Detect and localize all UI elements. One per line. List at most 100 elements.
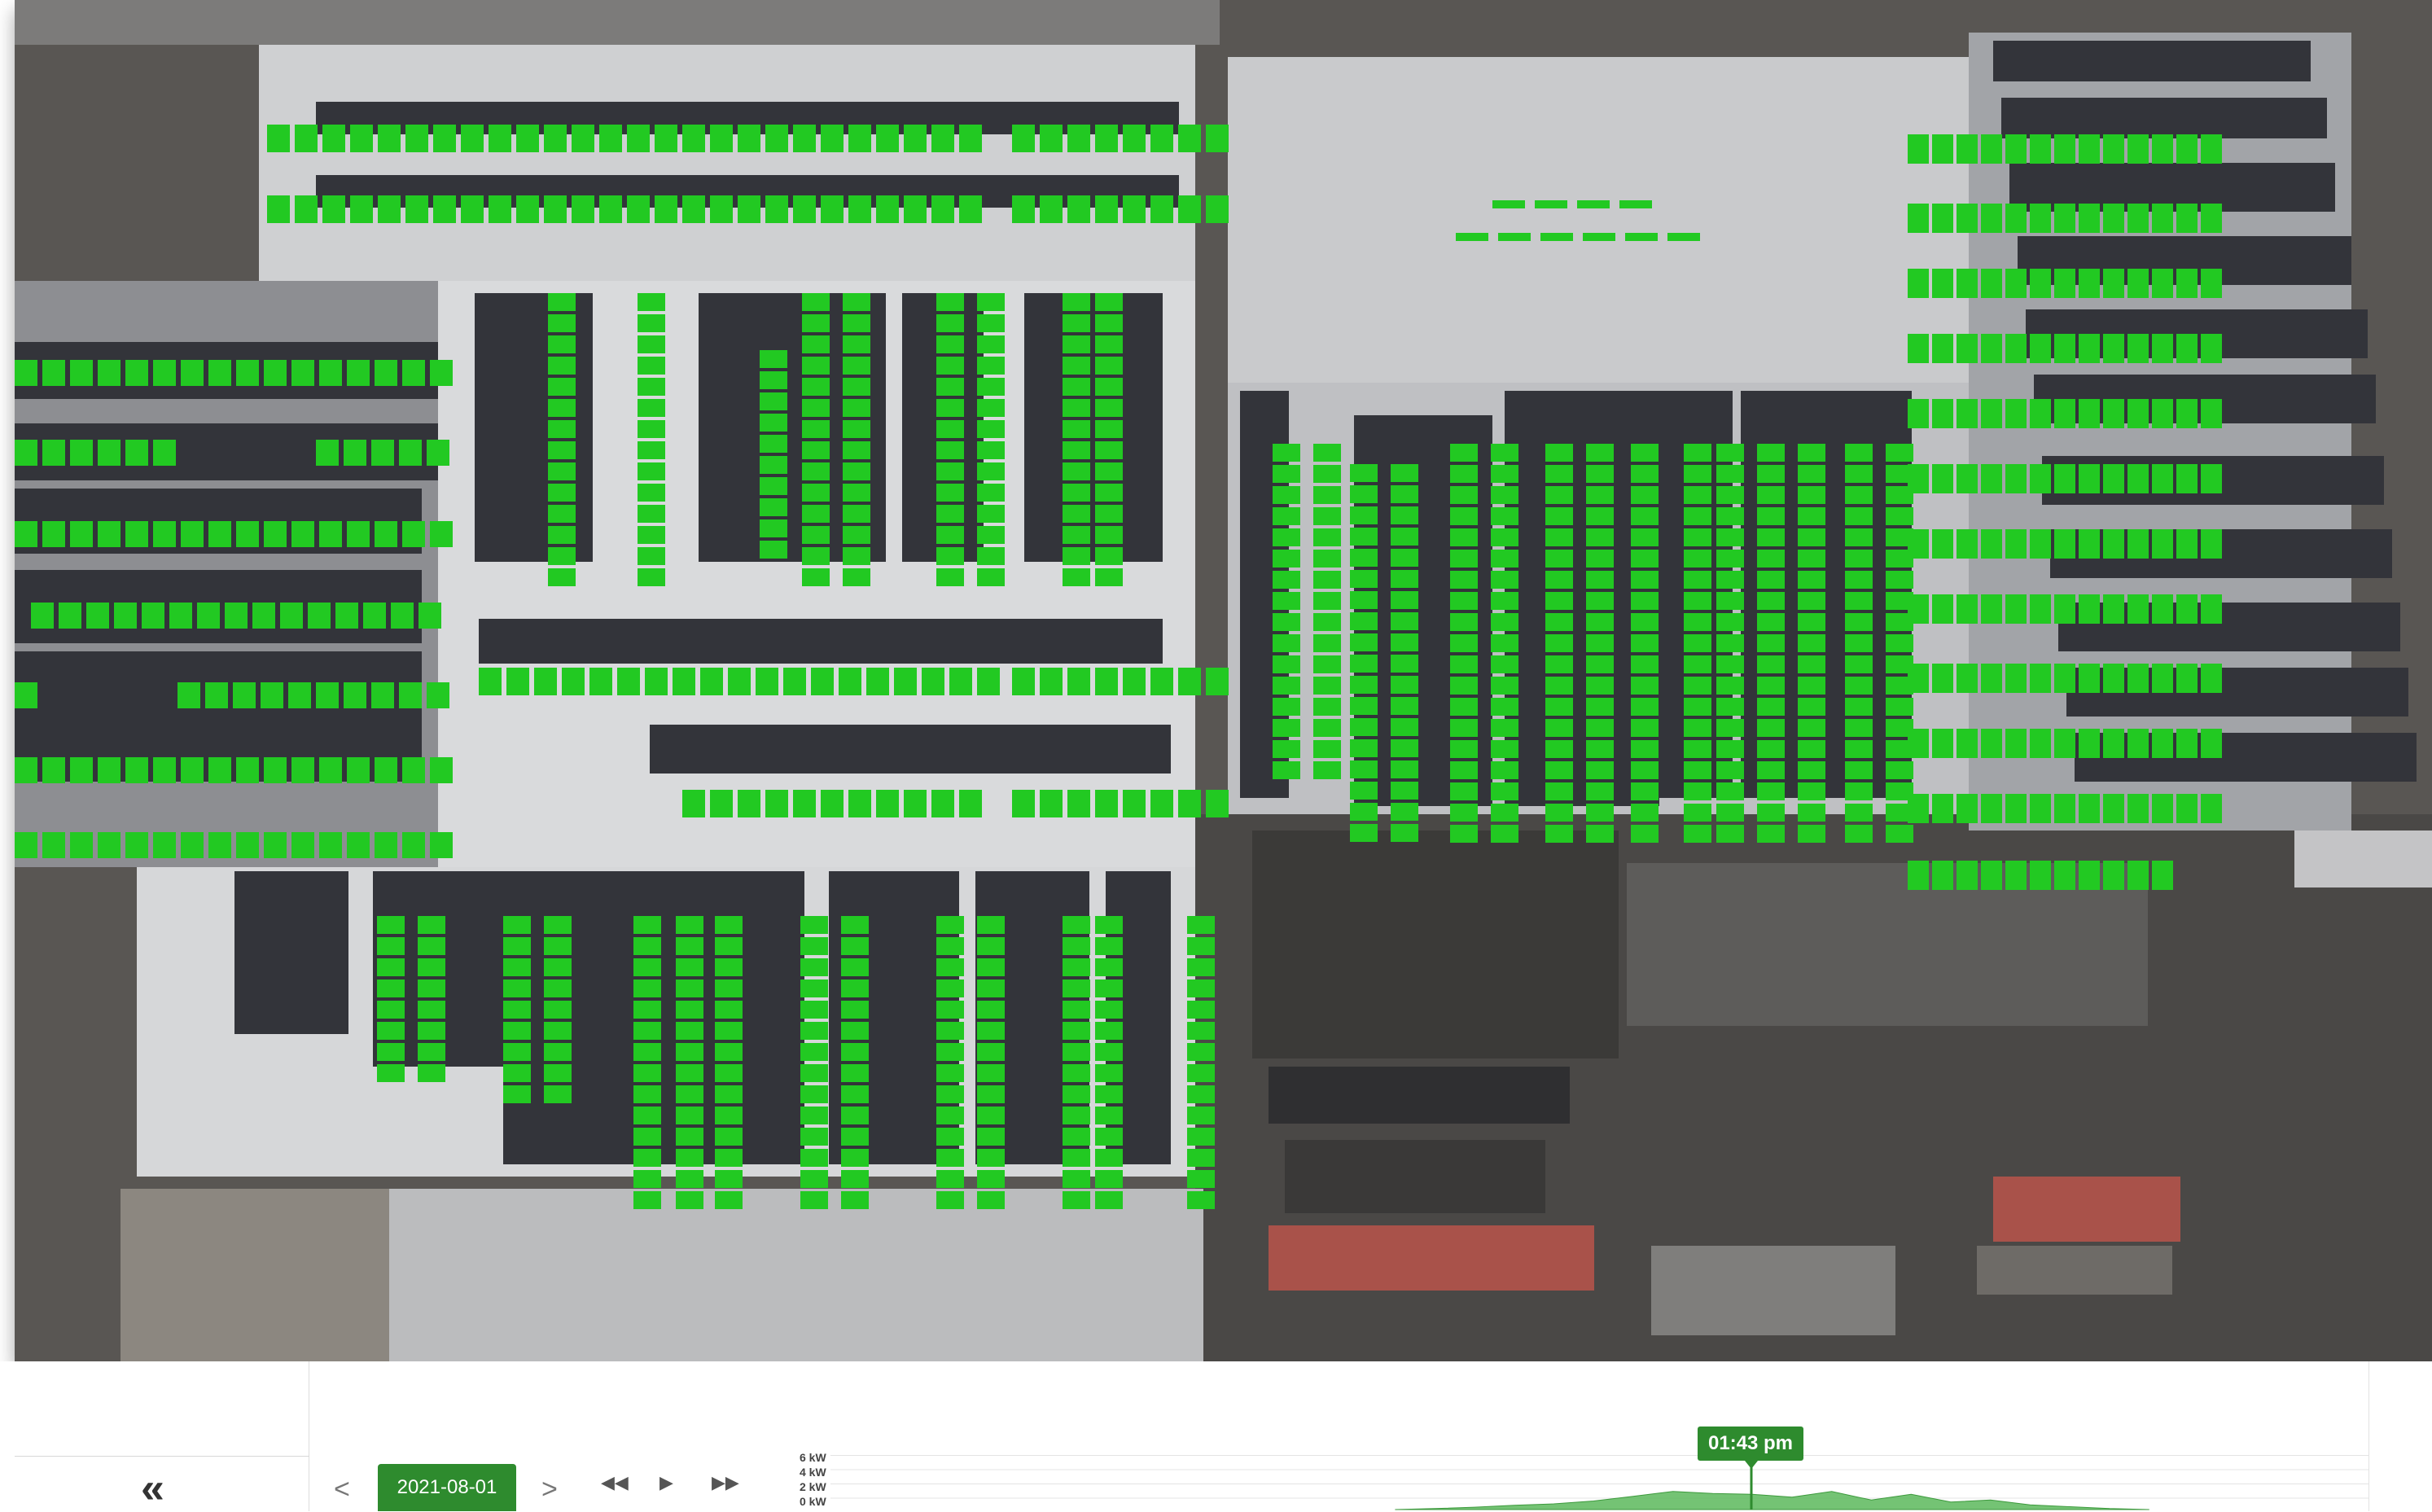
- panel-marker: [1450, 761, 1478, 779]
- timeline-bar: « < 2021-08-01 > ◀◀ ▶ ▶▶ 6 kW 4 kW 2 kW …: [0, 1361, 2432, 1511]
- panel-marker: [98, 832, 121, 858]
- panel-marker: [1545, 444, 1573, 462]
- panel-marker: [1545, 782, 1573, 800]
- panel-marker: [1716, 804, 1744, 822]
- panel-marker: [1178, 125, 1201, 152]
- panel-marker: [42, 440, 65, 466]
- panel-marker: [1586, 592, 1614, 610]
- panel-marker: [800, 1149, 828, 1167]
- panel-marker: [793, 195, 816, 223]
- truck: [1285, 1140, 1545, 1213]
- panel-marker: [2176, 464, 2198, 493]
- panel-marker: [800, 1064, 828, 1082]
- panel-marker: [70, 440, 93, 466]
- panel-marker: [1450, 486, 1478, 504]
- panel-marker: [1313, 677, 1341, 695]
- panel-marker: [1012, 195, 1035, 223]
- panel-marker: [1095, 399, 1123, 417]
- panel-marker: [1095, 293, 1123, 311]
- panel-marker: [682, 790, 705, 817]
- panel-marker: [1716, 825, 1744, 843]
- panel-marker: [2079, 794, 2100, 823]
- previous-day-button[interactable]: <: [334, 1474, 350, 1505]
- panel-marker: [2201, 729, 2222, 758]
- panel-marker: [544, 1001, 572, 1019]
- collapse-sidebar-button[interactable]: «: [141, 1467, 164, 1510]
- panel-marker: [1063, 1064, 1090, 1082]
- panel-marker: [760, 541, 787, 559]
- panel-marker: [319, 832, 342, 858]
- panel-marker: [15, 682, 37, 708]
- panel-marker: [1063, 399, 1090, 417]
- panel-marker: [1684, 698, 1711, 716]
- panel-marker: [344, 440, 366, 466]
- panel-marker: [197, 603, 220, 629]
- play-icon[interactable]: ▶: [659, 1472, 673, 1493]
- panel-marker: [1932, 529, 1953, 559]
- panel-marker: [2079, 464, 2100, 493]
- panel-marker: [236, 832, 259, 858]
- panel-marker: [205, 682, 228, 708]
- panel-marker: [1631, 804, 1659, 822]
- current-time-marker[interactable]: 01:43 pm: [1698, 1427, 1803, 1461]
- panel-marker: [1684, 550, 1711, 568]
- panel-marker: [1845, 698, 1873, 716]
- next-day-button[interactable]: >: [541, 1474, 558, 1505]
- panel-marker: [2030, 729, 2051, 758]
- panel-marker: [1684, 634, 1711, 652]
- panel-marker: [1187, 916, 1215, 934]
- date-selector[interactable]: 2021-08-01: [378, 1464, 516, 1511]
- panel-marker: [841, 1191, 869, 1209]
- panel-marker: [1684, 613, 1711, 631]
- panel-marker: [843, 335, 870, 353]
- panel-marker: [1391, 655, 1418, 673]
- panel-marker: [1187, 1064, 1215, 1082]
- panel-marker: [2152, 134, 2173, 164]
- panel-marker: [1391, 549, 1418, 567]
- panel-marker: [633, 1064, 661, 1082]
- panel-marker: [1491, 528, 1518, 546]
- panel-marker: [977, 462, 1005, 480]
- panel-marker: [377, 958, 405, 976]
- panel-marker: [1757, 444, 1785, 462]
- power-chart[interactable]: [798, 1451, 2369, 1511]
- panel-marker: [1586, 465, 1614, 483]
- panel-marker: [1187, 958, 1215, 976]
- panel-marker: [371, 440, 394, 466]
- panel-marker: [427, 440, 449, 466]
- panel-marker: [800, 1191, 828, 1209]
- panel-marker: [1187, 1085, 1215, 1103]
- fast-forward-icon[interactable]: ▶▶: [712, 1472, 739, 1493]
- panel-marker: [1491, 571, 1518, 589]
- shed: [2294, 831, 2432, 887]
- panel-marker: [1040, 668, 1063, 695]
- panel-marker: [1757, 655, 1785, 673]
- panel-marker: [70, 360, 93, 386]
- panel-marker: [544, 958, 572, 976]
- panel-marker: [347, 757, 370, 783]
- rewind-icon[interactable]: ◀◀: [601, 1472, 629, 1493]
- panel-marker: [1313, 719, 1341, 737]
- panel-marker: [544, 1022, 572, 1040]
- panel-marker: [261, 682, 283, 708]
- panel-marker: [1886, 571, 1913, 589]
- panel-marker: [572, 195, 594, 223]
- panel-marker: [1187, 1128, 1215, 1146]
- panel-marker: [1391, 591, 1418, 609]
- panel-marker: [936, 1043, 964, 1061]
- panel-marker: [783, 668, 806, 695]
- panel-marker: [1313, 571, 1341, 589]
- panel-marker: [638, 484, 665, 502]
- panel-marker: [1932, 204, 1953, 233]
- panel-marker: [977, 1128, 1005, 1146]
- panel-marker: [503, 916, 531, 934]
- panel-marker: [1586, 761, 1614, 779]
- panel-marker: [715, 1128, 743, 1146]
- panel-marker: [2030, 594, 2051, 624]
- panel-marker: [1586, 528, 1614, 546]
- panel-marker: [936, 1170, 964, 1188]
- panel-marker: [375, 521, 397, 547]
- panel-marker: [377, 1001, 405, 1019]
- panel-marker: [1063, 335, 1090, 353]
- panel-marker: [800, 1043, 828, 1061]
